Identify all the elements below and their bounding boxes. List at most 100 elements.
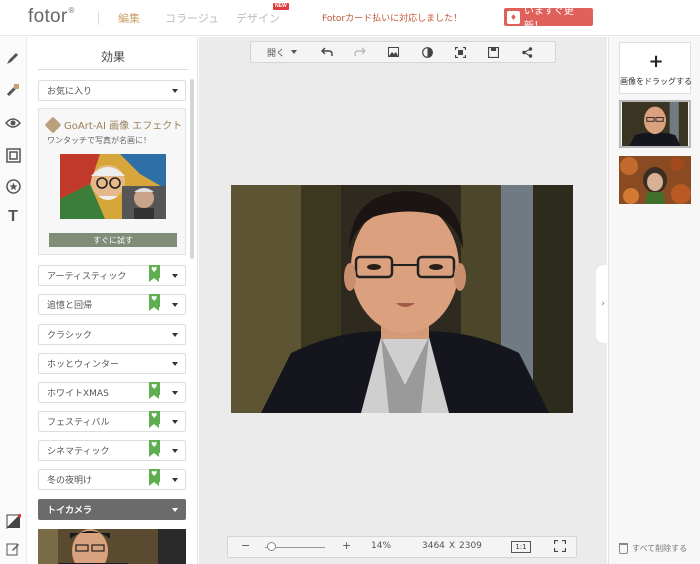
tab-design[interactable]: デザイン: [236, 10, 280, 26]
delete-all-button[interactable]: すべて削除する: [619, 543, 687, 554]
caret-down-icon: [172, 420, 178, 424]
brush-icon[interactable]: [4, 49, 22, 67]
category-label: アーティスティック: [47, 272, 127, 282]
caret-down-icon: [172, 303, 178, 307]
category-nostalgia[interactable]: 追憶と回帰 ♥: [38, 294, 186, 315]
upgrade-label: いますぐ更新！: [523, 6, 574, 32]
fotor-logo[interactable]: fotor®: [28, 6, 75, 28]
try-now-button[interactable]: すぐに試す: [49, 233, 177, 247]
add-image-dropzone[interactable]: + 画像をドラッグする: [619, 42, 692, 94]
effects-panel: 効果 お気に入り GoArt-AI 画像 エフェクト ワンタッチで写真が名画に！…: [28, 37, 198, 564]
category-hot-winter[interactable]: ホッとウィンター: [38, 353, 186, 374]
tool-rail: T: [0, 37, 27, 564]
edited-photo[interactable]: [231, 185, 573, 413]
text-icon[interactable]: T: [4, 208, 22, 226]
favorites-dropdown[interactable]: お気に入り: [38, 80, 186, 101]
add-image-label: 画像をドラッグする: [620, 77, 692, 86]
magic-wand-icon[interactable]: [4, 81, 22, 99]
frame-icon[interactable]: [4, 146, 22, 164]
panel-title: 効果: [100, 50, 125, 64]
chevron-right-icon: ›: [601, 299, 605, 309]
goart-title-text: GoArt-AI 画像 エフェクト: [64, 121, 183, 132]
category-label: シネマティック: [47, 447, 110, 457]
fullscreen-icon[interactable]: [553, 539, 567, 555]
category-cinematic[interactable]: シネマティック ♥: [38, 440, 186, 461]
premium-badge-icon: ♥: [149, 440, 160, 457]
trash-icon: [619, 543, 628, 554]
caret-down-icon: [172, 89, 178, 93]
goart-title: GoArt-AI 画像 エフェクト: [44, 116, 183, 133]
category-label: フェスティバル: [47, 418, 110, 428]
category-label: クラシック: [47, 331, 92, 341]
premium-badge-icon: ♥: [149, 469, 160, 486]
category-label: 冬の夜明け: [47, 476, 93, 486]
zoom-slider-handle[interactable]: [267, 542, 276, 551]
caret-down-icon: [172, 478, 178, 482]
scrollbar[interactable]: [190, 79, 194, 259]
category-toy-camera[interactable]: トイカメラ: [38, 499, 186, 520]
image-height: 2309: [459, 541, 482, 551]
goart-promo-card: GoArt-AI 画像 エフェクト ワンタッチで写真が名画に！ すぐに試す: [38, 108, 186, 255]
caret-down-icon: [291, 50, 297, 54]
category-white-xmas[interactable]: ホワイトXMAS ♥: [38, 382, 186, 403]
category-winter-dawn[interactable]: 冬の夜明け ♥: [38, 469, 186, 490]
delete-all-label: すべて削除する: [632, 544, 688, 553]
dimension-separator: X: [449, 541, 456, 551]
open-button[interactable]: 開く: [263, 45, 301, 59]
diamond-icon: ♦: [507, 10, 520, 24]
category-festival[interactable]: フェスティバル ♥: [38, 411, 186, 432]
goart-preview-image: [60, 154, 166, 219]
image-thumbnail-selected[interactable]: [619, 100, 691, 148]
category-classic[interactable]: クラシック: [38, 324, 186, 345]
dropdown-label: お気に入り: [47, 87, 93, 97]
actual-size-button[interactable]: 1:1: [511, 541, 531, 553]
image-width: 3464: [422, 541, 445, 551]
canvas-area: 開く › − + 14% 3464 X 2309 1:1: [199, 37, 610, 564]
goart-logo-icon: [44, 116, 62, 133]
category-label: 追憶と回帰: [47, 301, 93, 311]
tab-collage[interactable]: コラージュ: [165, 10, 219, 26]
zoom-in-button[interactable]: +: [342, 539, 351, 552]
tab-edit[interactable]: 編集: [118, 10, 140, 26]
image-thumbnail[interactable]: [619, 156, 691, 204]
premium-badge-icon: ♥: [149, 382, 160, 399]
save-icon[interactable]: [485, 45, 501, 59]
caret-down-icon: [172, 508, 178, 512]
plus-icon: +: [648, 51, 664, 72]
premium-badge-icon: ♥: [149, 294, 160, 311]
top-bar: fotor® 編集 コラージュ デザイン NEW Fotorカード払いに対応しま…: [0, 0, 700, 36]
redo-icon[interactable]: [352, 45, 368, 59]
upgrade-button[interactable]: ♦ いますぐ更新！: [504, 6, 593, 32]
goart-subtitle: ワンタッチで写真が名画に！: [47, 136, 151, 145]
divider: [98, 11, 99, 25]
undo-icon[interactable]: [319, 45, 335, 59]
caret-down-icon: [172, 362, 178, 366]
edit-note-icon[interactable]: [4, 540, 22, 558]
zoom-bar: − + 14% 3464 X 2309 1:1: [227, 536, 577, 558]
premium-badge-icon: ♥: [149, 411, 160, 428]
caret-down-icon: [172, 274, 178, 278]
category-artistic[interactable]: アーティスティック ♥: [38, 265, 186, 286]
adjust-icon[interactable]: [4, 512, 22, 530]
promo-link[interactable]: Fotorカード払いに対応しました！: [322, 11, 462, 24]
right-image-panel: + 画像をドラッグする すべて削除する: [608, 37, 700, 564]
effect-preview-thumbnail[interactable]: [38, 529, 186, 564]
caret-down-icon: [172, 449, 178, 453]
eye-icon[interactable]: [4, 114, 22, 132]
sticker-icon[interactable]: [4, 177, 22, 195]
crop-icon[interactable]: [452, 45, 468, 59]
open-label: 開く: [266, 48, 285, 59]
editor-toolbar: 開く: [250, 41, 556, 63]
compare-icon[interactable]: [419, 45, 435, 59]
category-label: トイカメラ: [47, 506, 93, 516]
caret-down-icon: [172, 391, 178, 395]
zoom-percent: 14%: [371, 541, 392, 551]
share-icon[interactable]: [519, 45, 535, 59]
caret-down-icon: [172, 333, 178, 337]
image-icon[interactable]: [385, 45, 401, 59]
new-badge: NEW: [273, 3, 289, 10]
category-label: ホワイトXMAS: [47, 389, 109, 399]
zoom-out-button[interactable]: −: [241, 539, 250, 552]
divider: [38, 69, 188, 70]
premium-badge-icon: ♥: [149, 265, 160, 282]
